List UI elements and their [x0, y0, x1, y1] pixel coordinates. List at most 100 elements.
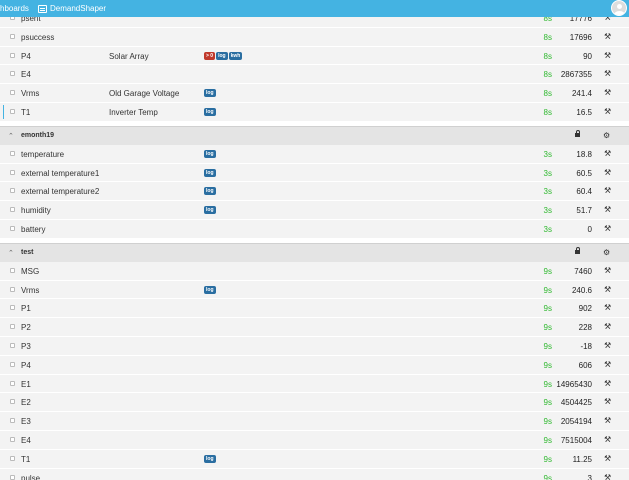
lock-icon[interactable]	[575, 129, 580, 137]
row-checkbox[interactable]	[10, 52, 15, 58]
last-updated: 9s	[543, 285, 552, 295]
input-row[interactable]: temperature log 3s 18.8 ⚒	[0, 144, 629, 164]
process-badge: log	[204, 206, 216, 215]
lock-icon[interactable]	[575, 246, 580, 254]
wrench-icon[interactable]: ⚒	[604, 17, 611, 22]
row-checkbox[interactable]	[10, 267, 15, 273]
row-checkbox[interactable]	[10, 455, 15, 461]
input-row[interactable]: E4 9s 7515004 ⚒	[0, 430, 629, 450]
wrench-icon[interactable]: ⚒	[604, 341, 611, 350]
gear-icon[interactable]: ⚙	[603, 131, 610, 140]
wrench-icon[interactable]: ⚒	[604, 416, 611, 425]
wrench-icon[interactable]: ⚒	[604, 360, 611, 369]
input-name: T1	[21, 107, 31, 117]
row-checkbox[interactable]	[10, 33, 15, 39]
input-row[interactable]: external temperature2 log 3s 60.4 ⚒	[0, 182, 629, 202]
node-name: emonth19	[21, 131, 55, 139]
row-checkbox[interactable]	[10, 90, 15, 96]
row-checkbox[interactable]	[10, 361, 15, 367]
process-list[interactable]: log	[204, 285, 216, 294]
process-list[interactable]: log	[204, 206, 216, 215]
row-checkbox[interactable]	[10, 474, 15, 480]
wrench-icon[interactable]: ⚒	[604, 454, 611, 463]
input-row[interactable]: P4 9s 606 ⚒	[0, 355, 629, 375]
wrench-icon[interactable]: ⚒	[604, 397, 611, 406]
row-checkbox[interactable]	[10, 169, 15, 175]
wrench-icon[interactable]: ⚒	[604, 51, 611, 60]
wrench-icon[interactable]: ⚒	[604, 205, 611, 214]
input-row[interactable]: battery 3s 0 ⚒	[0, 219, 629, 239]
row-checkbox[interactable]	[10, 17, 15, 20]
wrench-icon[interactable]: ⚒	[604, 303, 611, 312]
input-row[interactable]: P2 9s 228 ⚒	[0, 318, 629, 337]
input-row[interactable]: humidity log 3s 51.7 ⚒	[0, 201, 629, 220]
input-row[interactable]: P1 9s 902 ⚒	[0, 299, 629, 319]
input-description: Inverter Temp	[109, 107, 158, 117]
input-row[interactable]: Vrms Old Garage Voltage log 8s 241.4 ⚒	[0, 84, 629, 103]
user-avatar[interactable]	[611, 0, 627, 16]
input-row[interactable]: psent 8s 17776 ⚒	[0, 17, 629, 28]
input-row[interactable]: Vrms log 9s 240.6 ⚒	[0, 280, 629, 300]
wrench-icon[interactable]: ⚒	[604, 224, 611, 233]
input-row[interactable]: E3 9s 2054194 ⚒	[0, 412, 629, 431]
chevron-up-icon[interactable]: ⌃	[8, 132, 14, 140]
input-value: 2054194	[560, 417, 592, 427]
row-checkbox[interactable]	[10, 436, 15, 442]
wrench-icon[interactable]: ⚒	[604, 168, 611, 177]
row-checkbox[interactable]	[10, 108, 15, 114]
wrench-icon[interactable]: ⚒	[604, 435, 611, 444]
row-checkbox[interactable]	[10, 150, 15, 156]
process-list[interactable]: log	[204, 149, 216, 158]
wrench-icon[interactable]: ⚒	[604, 69, 611, 78]
row-checkbox[interactable]	[10, 342, 15, 348]
process-list[interactable]: log	[204, 187, 216, 196]
process-badge: log	[204, 454, 216, 463]
process-list[interactable]: log	[204, 454, 216, 463]
node-header[interactable]: ⌃ test ⚙	[0, 242, 629, 262]
wrench-icon[interactable]: ⚒	[604, 266, 611, 275]
input-row[interactable]: MSG 9s 7460 ⚒	[0, 261, 629, 281]
input-name: MSG	[21, 266, 40, 276]
input-name: E2	[21, 398, 31, 408]
last-updated: 9s	[543, 398, 552, 408]
row-checkbox[interactable]	[10, 418, 15, 424]
row-checkbox[interactable]	[10, 380, 15, 386]
input-row[interactable]: external temperature1 log 3s 60.5 ⚒	[0, 163, 629, 183]
input-row[interactable]: T1 log 9s 11.25 ⚒	[0, 449, 629, 469]
gear-icon[interactable]: ⚙	[603, 248, 610, 257]
last-updated: 8s	[543, 107, 552, 117]
input-row[interactable]: P4 Solar Array > 0 log kwh 8s 90 ⚒	[0, 46, 629, 66]
process-list[interactable]: > 0 log kwh	[204, 51, 243, 60]
process-list[interactable]: log	[204, 168, 216, 177]
wrench-icon[interactable]: ⚒	[604, 149, 611, 158]
node-header[interactable]: ⌃ emonth19 ⚙	[0, 125, 629, 145]
wrench-icon[interactable]: ⚒	[604, 107, 611, 116]
wrench-icon[interactable]: ⚒	[604, 88, 611, 97]
input-row[interactable]: P3 9s -18 ⚒	[0, 336, 629, 356]
input-row[interactable]: pulse 9s 3 ⚒	[0, 468, 629, 480]
input-row[interactable]: psuccess 8s 17696 ⚒	[0, 27, 629, 47]
row-checkbox[interactable]	[10, 71, 15, 77]
row-checkbox[interactable]	[10, 305, 15, 311]
input-row[interactable]: E4 8s 2867355 ⚒	[0, 65, 629, 85]
process-list[interactable]: log	[204, 107, 216, 116]
chevron-up-icon[interactable]: ⌃	[8, 249, 14, 257]
row-checkbox[interactable]	[10, 286, 15, 292]
wrench-icon[interactable]: ⚒	[604, 32, 611, 41]
nav-demandshaper-link[interactable]: DemandShaper	[38, 4, 106, 13]
wrench-icon[interactable]: ⚒	[604, 379, 611, 388]
input-row[interactable]: E2 9s 4504425 ⚒	[0, 393, 629, 413]
row-checkbox[interactable]	[10, 188, 15, 194]
wrench-icon[interactable]: ⚒	[604, 285, 611, 294]
nav-dashboards-link[interactable]: hboards	[0, 4, 29, 13]
wrench-icon[interactable]: ⚒	[604, 473, 611, 480]
row-checkbox[interactable]	[10, 207, 15, 213]
input-row[interactable]: E1 9s 14965430 ⚒	[0, 374, 629, 394]
input-row[interactable]: T1 Inverter Temp log 8s 16.5 ⚒	[0, 102, 629, 122]
wrench-icon[interactable]: ⚒	[604, 322, 611, 331]
row-checkbox[interactable]	[10, 399, 15, 405]
row-checkbox[interactable]	[10, 225, 15, 231]
row-checkbox[interactable]	[10, 324, 15, 330]
process-list[interactable]: log	[204, 89, 216, 98]
wrench-icon[interactable]: ⚒	[604, 186, 611, 195]
